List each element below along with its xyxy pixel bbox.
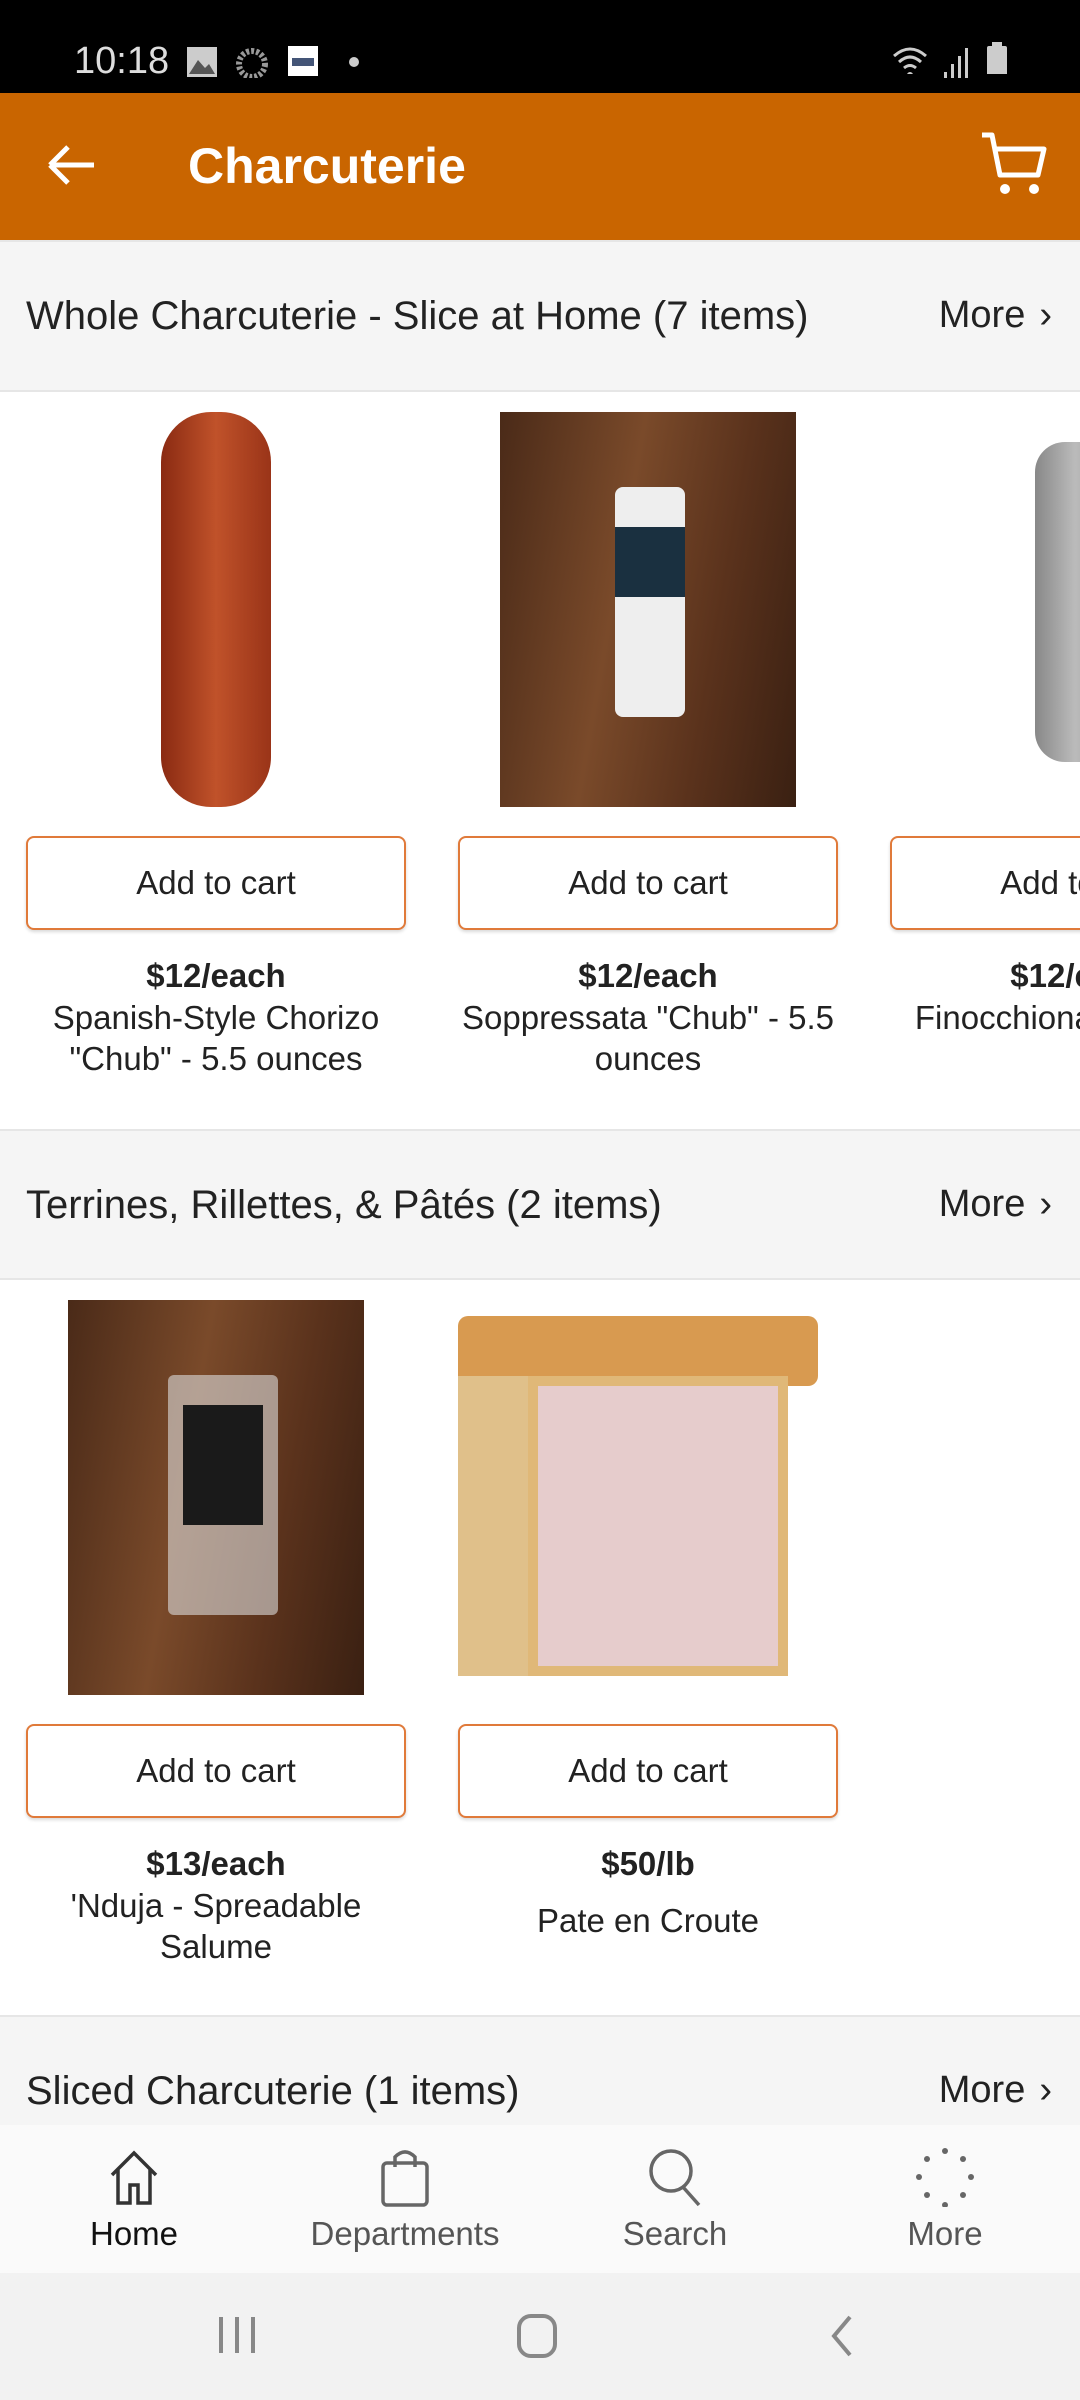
nav-label: More [907,2215,983,2252]
product-image-nduja[interactable] [68,1300,364,1695]
more-link[interactable]: More › [939,1183,1052,1226]
nav-label: Home [89,2215,179,2252]
product-card[interactable]: Add to cart $12/each Soppressata "Chub" … [458,392,838,1130]
back-arrow-icon[interactable] [44,137,100,193]
product-image-soppressata[interactable] [500,412,796,807]
product-price: $12/each [146,957,286,994]
nav-home[interactable]: Home [34,2147,234,2253]
nav-more[interactable]: More [845,2147,1045,2253]
bottom-navigation: Home Departments Search More [0,2125,1080,2273]
product-price: $12/each [578,957,718,994]
add-to-cart-button[interactable]: Add to cart [890,836,1080,930]
section-title: Whole Charcuterie - Slice at Home (7 ite… [26,294,809,338]
add-to-cart-button[interactable]: Add to cart [26,836,406,930]
home-button-icon[interactable] [516,2313,560,2359]
back-button-icon[interactable] [826,2313,856,2359]
product-name[interactable]: 'Nduja - Spreadable Salume [26,1885,406,1967]
chevron-right-icon: › [1039,1183,1052,1225]
search-icon [649,2149,701,2207]
more-link[interactable]: More › [939,294,1052,337]
product-image-chorizo[interactable] [161,412,271,807]
cart-icon[interactable] [978,129,1048,199]
more-dots-icon [916,2148,974,2207]
section-title: Terrines, Rillettes, & Pâtés (2 items) [26,1183,662,1227]
chevron-right-icon: › [1039,294,1052,336]
nav-label: Search [622,2215,728,2252]
status-bar: 10:18 [0,0,1080,93]
product-price: $13/each [146,1845,286,1882]
home-icon [110,2150,158,2205]
battery-icon [987,42,1007,74]
signal-icon [944,48,968,78]
more-label: More [938,1183,1026,1225]
add-to-cart-button[interactable]: Add to cart [458,836,838,930]
section-title: Sliced Charcuterie (1 items) [26,2069,520,2113]
status-time: 10:18 [74,40,170,82]
image-notification-icon [187,47,217,77]
product-name[interactable]: Spanish-Style Chorizo "Chub" - 5.5 ounce… [26,997,406,1079]
more-label: More [938,294,1026,336]
product-image-pate-en-croute[interactable] [458,1316,818,1696]
product-name[interactable]: Soppressata "Chub" - 5.5 ounces [458,997,838,1079]
page-title: Charcuterie [188,138,466,194]
coop-app-icon [288,46,318,76]
shopping-bag-icon [381,2150,429,2207]
more-label: More [938,2069,1026,2111]
add-to-cart-button[interactable]: Add to cart [458,1724,838,1818]
dot-icon [349,57,359,67]
loading-ring-icon [236,48,268,78]
product-image-finocchiona[interactable] [1035,442,1080,762]
recent-apps-icon[interactable] [215,2313,259,2357]
product-card[interactable]: Add to cart $50/lb Pate en Croute [458,1280,838,2015]
section-header-whole-charcuterie: Whole Charcuterie - Slice at Home (7 ite… [0,240,1080,392]
system-navigation-bar [0,2273,1080,2400]
more-link[interactable]: More › [939,2069,1052,2112]
product-card[interactable]: Add to cart $12/each Finocchiona ... oun… [890,392,1080,1130]
product-name[interactable]: Pate en Croute [458,1900,838,1941]
nav-departments[interactable]: Departments [305,2147,505,2253]
product-price: $12/each [1010,957,1080,994]
nav-search[interactable]: Search [575,2147,775,2253]
product-row-whole-charcuterie: Add to cart $12/each Spanish-Style Chori… [0,392,1080,1130]
product-card[interactable]: Add to cart $13/each 'Nduja - Spreadable… [26,1280,406,2015]
wifi-icon [893,47,927,74]
nav-label: Departments [310,2215,500,2252]
app-header: Charcuterie [0,93,1080,240]
product-card[interactable]: Add to cart $12/each Spanish-Style Chori… [26,392,406,1130]
section-header-terrines: Terrines, Rillettes, & Pâtés (2 items) M… [0,1129,1080,1280]
chevron-right-icon: › [1039,2069,1052,2111]
product-price: $50/lb [601,1845,695,1882]
product-row-terrines: Add to cart $13/each 'Nduja - Spreadable… [0,1280,1080,2015]
product-package [615,487,685,717]
add-to-cart-button[interactable]: Add to cart [26,1724,406,1818]
product-package [168,1375,278,1615]
product-name[interactable]: Finocchiona ... ounces [890,997,1080,1038]
